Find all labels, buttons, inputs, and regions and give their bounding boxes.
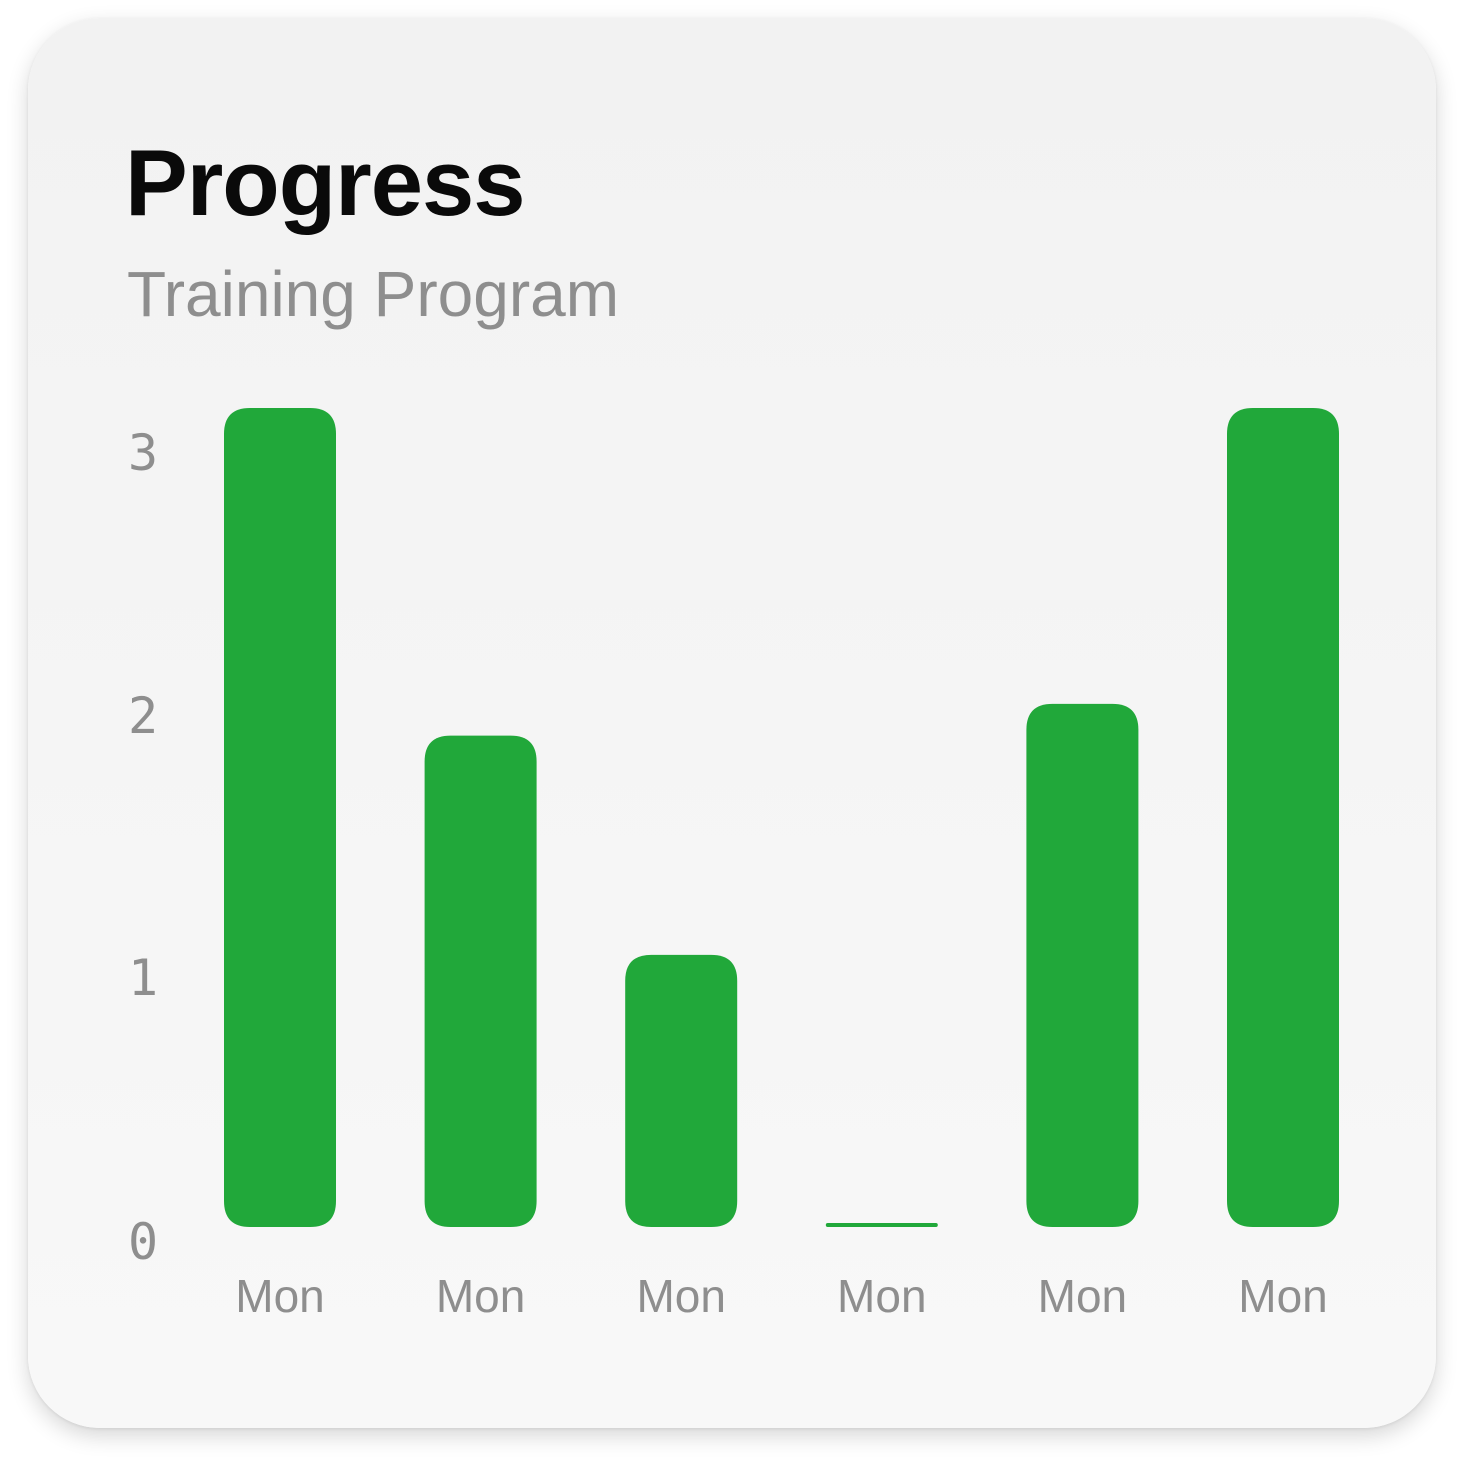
y-axis: 0 1 2 3 [128,424,158,1271]
bar-chart: 0 1 2 3 Mon Mon Mon Mon Mon Mon [128,408,1339,1322]
y-tick-label: 3 [128,424,158,482]
x-tick-label: Mon [636,1270,725,1322]
x-tick-label: Mon [837,1270,926,1322]
bar [825,1223,938,1227]
x-axis: Mon Mon Mon Mon Mon Mon [235,1270,1327,1322]
y-tick-label: 0 [128,1213,158,1271]
x-tick-label: Mon [436,1270,525,1322]
x-tick-label: Mon [1238,1270,1327,1322]
y-tick-label: 1 [128,949,158,1007]
x-tick-label: Mon [1038,1270,1127,1322]
bar [1227,408,1339,1227]
y-tick-label: 2 [128,687,158,745]
bar [1026,703,1139,1227]
bar [424,735,537,1227]
x-tick-label: Mon [235,1270,324,1322]
bars [224,408,1339,1227]
bar [224,408,336,1227]
bar [625,954,738,1227]
